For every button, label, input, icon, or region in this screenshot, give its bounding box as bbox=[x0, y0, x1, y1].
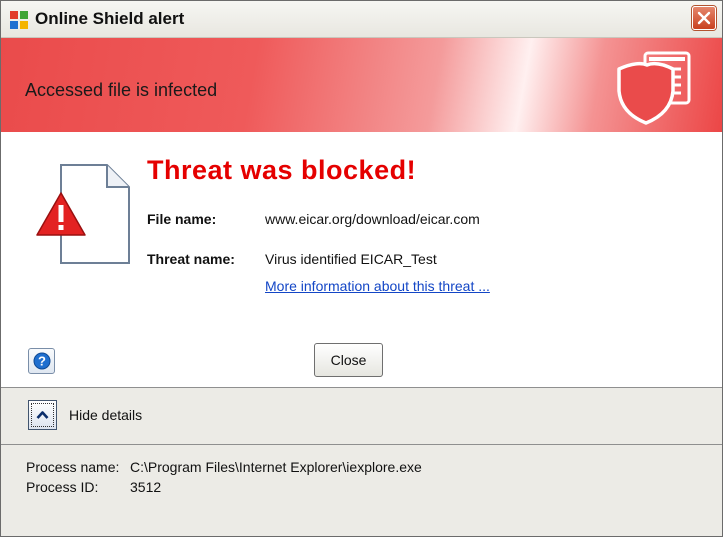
hide-details-button[interactable] bbox=[28, 400, 57, 430]
title-bar[interactable]: Online Shield alert bbox=[1, 1, 722, 38]
svg-text:?: ? bbox=[38, 354, 46, 369]
close-icon bbox=[697, 11, 711, 25]
alert-window: Online Shield alert Accessed file is inf… bbox=[0, 0, 723, 537]
app-icon bbox=[10, 11, 28, 29]
alert-header-title: Accessed file is infected bbox=[25, 80, 218, 100]
close-button[interactable]: Close bbox=[314, 343, 383, 377]
chevron-up-icon bbox=[36, 411, 49, 419]
file-name-label: File name: bbox=[147, 211, 217, 227]
process-name-value: C:\Program Files\Internet Explorer\iexpl… bbox=[130, 459, 422, 475]
window-close-button[interactable] bbox=[692, 6, 716, 30]
help-button[interactable]: ? bbox=[28, 348, 55, 374]
process-id-label: Process ID: bbox=[26, 479, 99, 495]
process-name-label: Process name: bbox=[26, 459, 120, 475]
help-icon: ? bbox=[33, 352, 51, 370]
threat-headline: Threat was blocked! bbox=[147, 155, 417, 185]
threat-name-value: Virus identified EICAR_Test bbox=[265, 251, 437, 267]
warning-document-icon bbox=[36, 164, 130, 264]
process-id-value: 3512 bbox=[130, 479, 162, 495]
threat-name-label: Threat name: bbox=[147, 251, 235, 267]
more-info-link[interactable]: More information about this threat ... bbox=[265, 278, 490, 294]
file-name-value: www.eicar.org/download/eicar.com bbox=[265, 211, 480, 227]
hide-details-label: Hide details bbox=[69, 407, 143, 423]
shield-icon bbox=[617, 51, 691, 125]
window-title: Online Shield alert bbox=[35, 9, 185, 28]
alert-header: Accessed file is infected bbox=[1, 38, 722, 132]
